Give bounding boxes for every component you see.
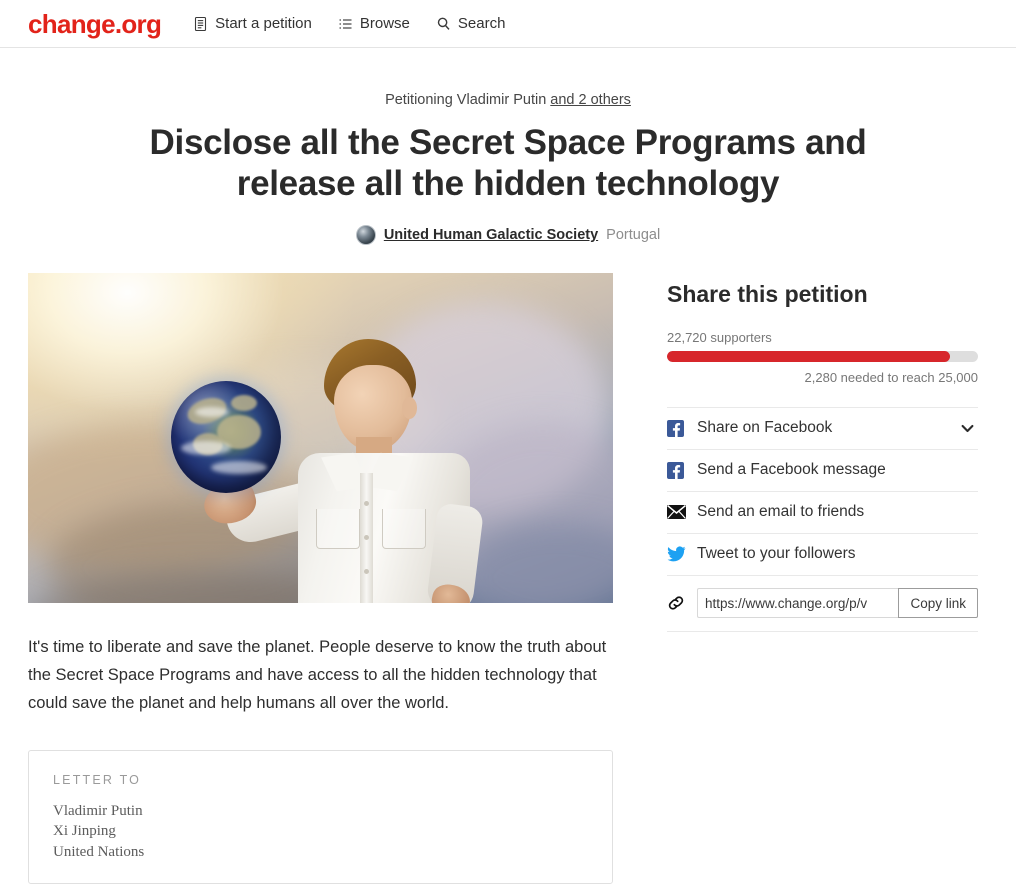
site-header: change.org Start a petition Browse Searc… bbox=[0, 0, 1016, 48]
share-option-label: Tweet to your followers bbox=[697, 545, 856, 563]
main-nav: Start a petition Browse Search bbox=[193, 15, 505, 32]
content-columns: It's time to liberate and save the plane… bbox=[28, 272, 988, 884]
supporters-count: 22,720 supporters bbox=[667, 329, 772, 345]
envelope-icon bbox=[667, 505, 697, 520]
share-option-label: Share on Facebook bbox=[697, 419, 833, 437]
tweet-row[interactable]: Tweet to your followers bbox=[667, 534, 978, 576]
share-option-label: Send an email to friends bbox=[697, 503, 865, 521]
site-logo[interactable]: change.org bbox=[28, 11, 162, 37]
author-link[interactable]: United Human Galactic Society bbox=[384, 227, 598, 243]
share-options-list: Share on Facebook Send a Facebook messag… bbox=[667, 406, 978, 632]
petition-summary: It's time to liberate and save the plane… bbox=[28, 637, 607, 713]
document-icon bbox=[193, 16, 208, 32]
send-facebook-message-row[interactable]: Send a Facebook message bbox=[667, 450, 978, 492]
share-on-facebook-row[interactable]: Share on Facebook bbox=[667, 408, 978, 450]
link-icon bbox=[667, 594, 697, 612]
letter-recipients: Vladimir Putin Xi Jinping United Nations bbox=[53, 801, 588, 863]
twitter-icon bbox=[667, 546, 697, 562]
petitioning-line: Petitioning Vladimir Putin and 2 others bbox=[28, 92, 988, 108]
letter-to-label: LETTER TO bbox=[53, 772, 142, 787]
progress-bar-fill bbox=[667, 350, 950, 362]
byline: United Human Galactic Society Portugal bbox=[28, 224, 988, 245]
nav-search[interactable]: Search bbox=[436, 15, 506, 32]
share-option-label: Send a Facebook message bbox=[697, 461, 886, 479]
needed-text: 2,280 needed to reach 25,000 bbox=[804, 369, 978, 385]
send-email-row[interactable]: Send an email to friends bbox=[667, 492, 978, 534]
letter-to-box: LETTER TO Vladimir Putin Xi Jinping Unit… bbox=[28, 749, 613, 884]
petitioning-target: Petitioning Vladimir Putin bbox=[385, 92, 547, 108]
petition-url-input[interactable] bbox=[697, 588, 899, 619]
page-content: Petitioning Vladimir Putin and 2 others … bbox=[0, 92, 1016, 884]
share-heading: Share this petition bbox=[667, 280, 868, 307]
main-column: It's time to liberate and save the plane… bbox=[28, 272, 613, 884]
nav-label: Search bbox=[457, 15, 506, 32]
earth-globe-icon bbox=[171, 380, 281, 493]
copy-link-row: Copy link bbox=[667, 576, 978, 632]
nav-label: Start a petition bbox=[215, 15, 312, 32]
copy-link-field: Copy link bbox=[697, 588, 978, 619]
page-title: Disclose all the Secret Space Programs a… bbox=[149, 123, 867, 204]
author-location: Portugal bbox=[606, 226, 661, 243]
search-icon bbox=[436, 16, 451, 32]
avatar bbox=[355, 224, 376, 245]
progress-bar bbox=[667, 350, 978, 362]
and-others-link[interactable]: and 2 others bbox=[550, 92, 631, 108]
nav-label: Browse bbox=[359, 15, 410, 32]
petition-hero-image bbox=[28, 272, 613, 603]
chevron-down-icon[interactable] bbox=[961, 421, 978, 436]
copy-link-button[interactable]: Copy link bbox=[898, 588, 978, 619]
recipient: United Nations bbox=[53, 844, 145, 861]
facebook-icon bbox=[667, 461, 697, 479]
recipient: Vladimir Putin bbox=[53, 802, 143, 819]
nav-start-a-petition[interactable]: Start a petition bbox=[193, 15, 312, 32]
facebook-icon bbox=[667, 419, 697, 437]
list-icon bbox=[338, 16, 353, 32]
recipient: Xi Jinping bbox=[53, 823, 116, 840]
nav-browse[interactable]: Browse bbox=[338, 15, 410, 32]
share-sidebar: Share this petition 22,720 supporters 2,… bbox=[667, 273, 978, 884]
